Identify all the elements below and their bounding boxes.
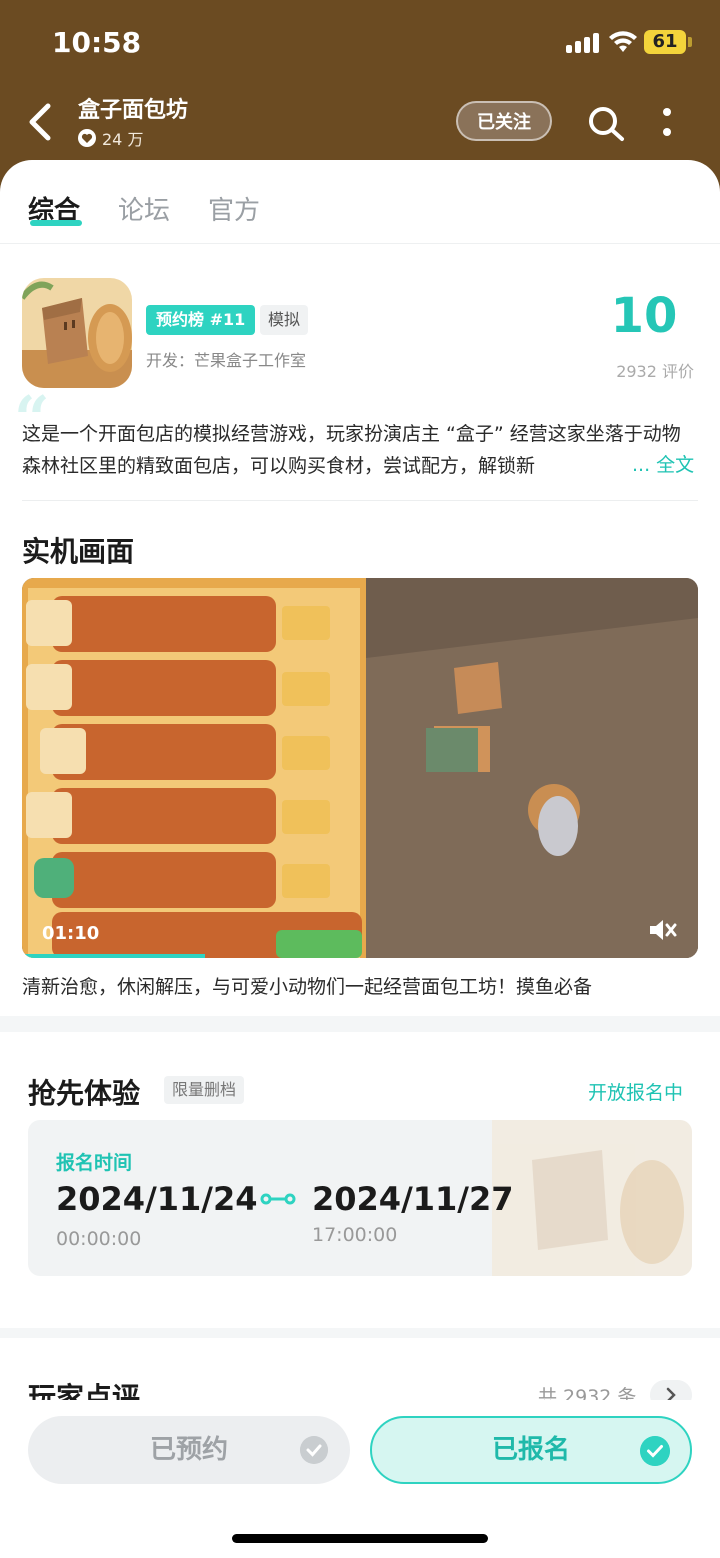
early-access-title: 抢先体验 — [28, 1077, 141, 1110]
tab-official[interactable]: 官方 — [208, 190, 260, 227]
check-icon — [300, 1436, 328, 1464]
signup-period-card: 报名时间 2024/11/24 00:00:00 2024/11/27 17:0… — [28, 1120, 692, 1276]
developer-name[interactable]: 开发：芒果盒子工作室 — [146, 347, 306, 371]
tab-forum[interactable]: 论坛 — [118, 190, 170, 227]
gameplay-video[interactable]: 01:10 — [22, 578, 698, 958]
early-access-badge: 限量删档 — [164, 1076, 245, 1104]
mute-icon[interactable] — [646, 914, 678, 946]
section-separator — [0, 1328, 720, 1338]
more-icon[interactable] — [656, 104, 678, 144]
section-separator — [0, 1016, 720, 1032]
battery-icon: 61 — [644, 30, 686, 54]
wifi-icon — [609, 31, 637, 52]
back-icon[interactable] — [22, 100, 62, 144]
video-progress-bar[interactable] — [22, 954, 205, 958]
content-sheet: 综合 论坛 官方 预约榜 #11 模拟 开发：芒果盒子工作室 10 2932 评… — [0, 160, 720, 1558]
search-icon[interactable] — [586, 104, 626, 144]
bottom-action-bar: 已预约 已报名 — [0, 1400, 720, 1558]
reserved-button[interactable]: 已预约 — [28, 1416, 350, 1484]
end-date: 2024/11/27 — [312, 1180, 514, 1218]
battery-cap — [688, 37, 692, 47]
home-indicator — [232, 1534, 488, 1543]
status-bar: 10:58 61 — [0, 0, 720, 86]
tab-bar: 综合 论坛 官方 — [0, 160, 720, 244]
app-icon[interactable] — [22, 278, 132, 388]
game-description: 这是一个开面包店的模拟经营游戏，玩家扮演店主 “盒子” 经营这家坐落于动物森林社… — [22, 423, 681, 477]
video-duration: 01:10 — [42, 923, 100, 944]
date-range-connector-icon — [260, 1193, 296, 1205]
top-nav: 盒子面包坊 24 万 已关注 — [0, 86, 720, 160]
rating-count: 2932 评价 — [616, 362, 694, 381]
divider — [22, 500, 698, 501]
rank-badge[interactable]: 预约榜 #11 — [146, 305, 256, 335]
signed-up-button[interactable]: 已报名 — [370, 1416, 692, 1484]
video-caption: 清新治愈，休闲解压，与可爱小动物们一起经营面包工坊！摸鱼必备 — [22, 976, 593, 998]
follower-count-text: 24 万 — [102, 130, 144, 149]
start-date: 2024/11/24 — [56, 1180, 258, 1218]
end-time: 17:00:00 — [312, 1224, 398, 1246]
signup-status[interactable]: 开放报名中 — [588, 1078, 683, 1105]
genre-tag[interactable]: 模拟 — [260, 305, 309, 335]
video-frame — [22, 578, 698, 958]
follow-button[interactable]: 已关注 — [456, 101, 552, 141]
heart-icon — [78, 129, 96, 147]
signup-time-label: 报名时间 — [56, 1152, 133, 1174]
rating-score: 10 — [610, 288, 678, 344]
check-icon — [640, 1436, 670, 1466]
page-title: 盒子面包坊 — [78, 98, 189, 123]
start-time: 00:00:00 — [56, 1228, 142, 1250]
card-illustration — [492, 1120, 692, 1276]
early-access-section: 抢先体验 限量删档 开放报名中 报名时间 2024/11/24 00:00:00… — [0, 1032, 720, 1328]
tab-active-indicator — [30, 220, 82, 226]
follower-count: 24 万 — [78, 126, 143, 150]
screenshots-title: 实机画面 — [22, 535, 135, 568]
status-time: 10:58 — [52, 26, 142, 59]
signal-icon — [566, 31, 602, 53]
read-more-link[interactable]: ... 全文 — [628, 450, 695, 477]
